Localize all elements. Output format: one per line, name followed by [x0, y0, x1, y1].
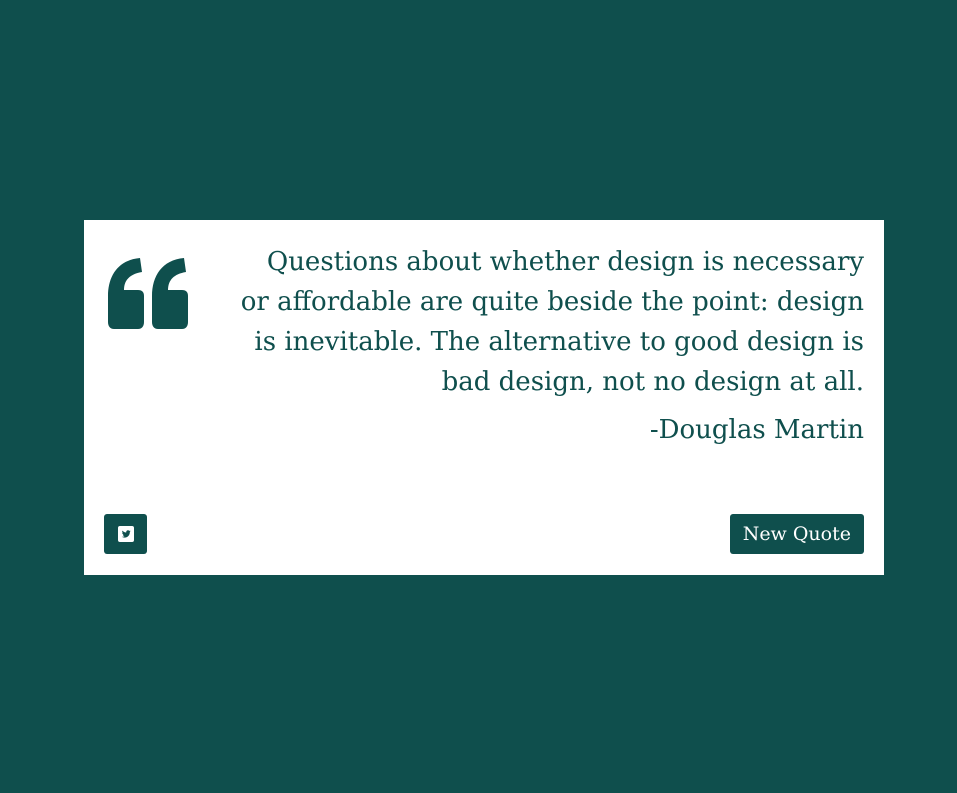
new-quote-button[interactable]: New Quote: [729, 514, 864, 554]
quote-box: Questions about whether design is necess…: [84, 220, 884, 575]
quote-text: Questions about whether design is necess…: [240, 247, 864, 397]
tweet-button[interactable]: [104, 514, 147, 554]
quote-author: -Douglas Martin: [649, 415, 864, 445]
twitter-icon: [117, 526, 134, 542]
quote-mark-icon: [108, 258, 188, 329]
